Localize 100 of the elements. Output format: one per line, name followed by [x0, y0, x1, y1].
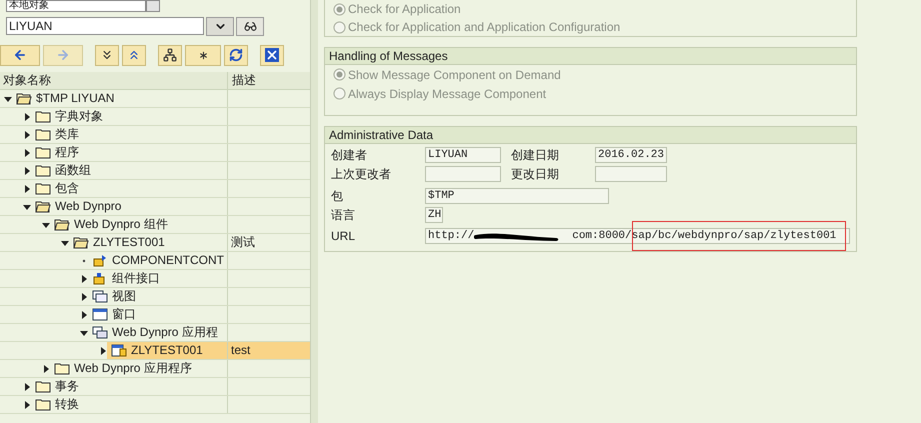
node-description: test — [231, 343, 250, 357]
collapse-icon[interactable] — [61, 238, 69, 246]
node-label: 视图 — [112, 288, 136, 305]
url-path: sap/bc/webdynpro/sap/zlytest001 — [632, 229, 836, 243]
tree-row[interactable]: 函数组 — [0, 162, 310, 180]
tree-row[interactable]: 组件接口 — [0, 270, 310, 288]
tree-row[interactable]: Web Dynpro — [0, 198, 310, 216]
tree-row[interactable]: 视图 — [0, 288, 310, 306]
node-label: 函数组 — [55, 162, 91, 179]
radio-button[interactable] — [333, 2, 346, 16]
expand-icon[interactable] — [23, 184, 31, 192]
tree-row[interactable]: 程序 — [0, 144, 310, 162]
column-header[interactable]: 对象名称 — [0, 72, 228, 89]
node-description: 测试 — [231, 235, 255, 249]
collapse-icon[interactable] — [80, 328, 88, 336]
display-button[interactable] — [236, 16, 264, 36]
asterisk-button[interactable] — [185, 44, 221, 66]
node-label: 组件接口 — [112, 270, 160, 287]
tree-row[interactable]: 类库 — [0, 126, 310, 144]
url-host-part: com:8000/ — [571, 229, 632, 243]
expand-all-button[interactable] — [95, 44, 119, 66]
tree-row[interactable]: 字典对象 — [0, 108, 310, 126]
input-field[interactable] — [425, 166, 501, 182]
expand-icon[interactable] — [23, 166, 31, 174]
collapse-all-button[interactable] — [122, 44, 146, 66]
collapse-icon[interactable] — [23, 202, 31, 210]
input-field[interactable]: ZH — [425, 207, 443, 223]
application-icon — [92, 326, 108, 339]
object-type-dropdown[interactable]: 本地对象 — [6, 0, 146, 12]
object-name-field[interactable]: LIYUAN — [6, 17, 204, 35]
expand-icon[interactable] — [80, 310, 88, 318]
tree-row[interactable]: $TMP LIYUAN — [0, 90, 310, 108]
dropdown-button[interactable] — [206, 16, 234, 36]
folder-icon — [54, 218, 70, 231]
close-button[interactable] — [260, 44, 284, 66]
refresh-icon — [229, 48, 243, 62]
input-field[interactable]: 2016.02.23 — [595, 147, 667, 163]
folder-icon — [35, 200, 51, 213]
node-label: ZLYTEST001 — [131, 342, 203, 359]
folder-icon — [54, 362, 70, 375]
url-field[interactable]: http:// com:8000/sap/bc/webdynpro/sap/zlytest001 — [425, 228, 850, 244]
application-icon — [111, 344, 127, 357]
node-label: 转换 — [55, 396, 79, 413]
expand-icon[interactable] — [23, 382, 31, 390]
tree-row[interactable]: 包含 — [0, 180, 310, 198]
node-label: ZLYTEST001 — [93, 234, 165, 251]
node-label: 包含 — [55, 180, 79, 197]
glasses-icon — [244, 20, 256, 32]
folder-icon — [35, 110, 51, 123]
expand-icon[interactable] — [99, 346, 107, 354]
folder-icon — [35, 380, 51, 393]
expand-icon[interactable] — [23, 148, 31, 156]
field-label: 创建日期 — [510, 147, 560, 164]
expand-icon[interactable] — [80, 274, 88, 282]
hierarchy-button[interactable] — [158, 44, 182, 66]
field-label: 上次更改者 — [331, 166, 392, 183]
input-field[interactable]: $TMP — [425, 188, 609, 204]
input-field[interactable] — [595, 166, 667, 182]
field-label: 包 — [331, 188, 344, 205]
radio-button[interactable] — [333, 20, 346, 34]
radio-button[interactable] — [333, 68, 346, 81]
folder-icon — [35, 128, 51, 141]
close-icon — [265, 48, 279, 62]
tree-row[interactable]: ZLYTEST001 test — [0, 342, 310, 360]
controller-icon — [92, 254, 108, 267]
radio-button[interactable] — [333, 87, 346, 100]
refresh-button[interactable] — [224, 44, 248, 66]
view-icon — [92, 290, 108, 303]
tree-row[interactable]: 窗口 — [0, 306, 310, 324]
collapse-icon[interactable] — [4, 94, 12, 102]
node-label: 事务 — [55, 378, 79, 395]
radio-label: Check for Application — [348, 1, 461, 18]
expand-icon[interactable] — [23, 112, 31, 120]
expand-icon[interactable] — [23, 400, 31, 408]
folder-icon — [35, 146, 51, 159]
tree-row[interactable]: Web Dynpro 组件 — [0, 216, 310, 234]
column-header[interactable]: 描述 — [228, 72, 310, 89]
tree-row[interactable]: COMPONENTCONT — [0, 252, 310, 270]
expand-icon[interactable] — [23, 130, 31, 138]
hierarchy-icon — [163, 48, 177, 62]
radio-label: Check for Application and Application Configuration — [348, 19, 620, 36]
field-label: 创建者 — [331, 147, 368, 164]
node-label: 程序 — [55, 144, 79, 161]
node-label: Web Dynpro 组件 — [74, 216, 168, 233]
group-title: Administrative Data — [325, 127, 856, 144]
collapse-icon[interactable] — [42, 220, 50, 228]
expand-icon[interactable] — [80, 292, 88, 300]
input-field[interactable]: LIYUAN — [425, 147, 501, 163]
folder-icon — [16, 92, 32, 105]
radio-label: Always Display Message Component — [348, 86, 546, 102]
back-button[interactable] — [0, 44, 40, 66]
folder-icon — [73, 236, 89, 249]
tree-row[interactable]: ZLYTEST001 测试 — [0, 234, 310, 252]
folder-icon — [35, 398, 51, 411]
tree-row[interactable]: 转换 — [0, 396, 310, 414]
node-label: $TMP LIYUAN — [36, 90, 114, 107]
expand-icon[interactable] — [42, 364, 50, 372]
tree-row[interactable]: 事务 — [0, 378, 310, 396]
node-label: 类库 — [55, 126, 79, 143]
tree-row[interactable]: Web Dynpro 应用程序 — [0, 360, 310, 378]
